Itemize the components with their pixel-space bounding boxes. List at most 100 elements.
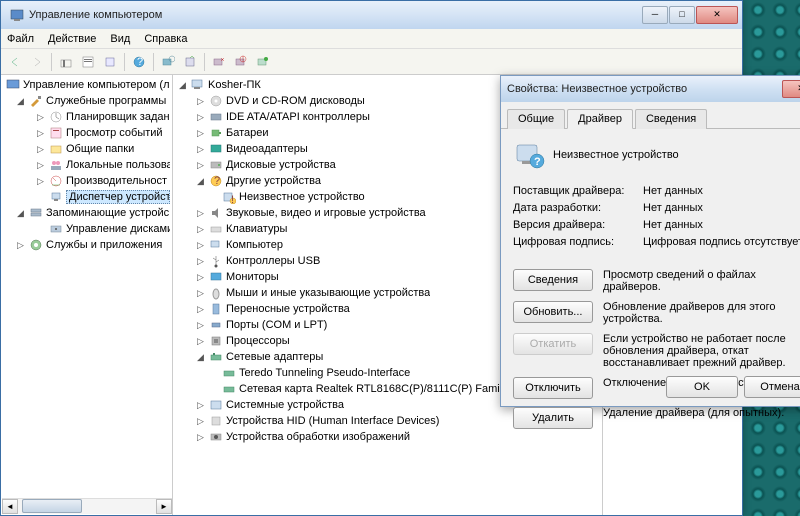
- scroll-left-button[interactable]: ◄: [2, 499, 18, 514]
- event-viewer[interactable]: ▷Просмотр событий: [33, 125, 172, 141]
- close-button[interactable]: ✕: [696, 6, 738, 24]
- update-driver-button[interactable]: [180, 52, 200, 72]
- svg-text:!: !: [231, 194, 234, 204]
- sound-icon: [208, 205, 224, 221]
- disk-management[interactable]: Управление дисками: [33, 221, 172, 237]
- tools-icon: [28, 93, 44, 109]
- services-apps-group[interactable]: ▷ Службы и приложения: [13, 237, 172, 253]
- left-scrollbar[interactable]: ◄ ►: [2, 498, 172, 514]
- expand-toggle[interactable]: ▷: [15, 240, 26, 251]
- window-controls: ─ □ ✕: [641, 6, 738, 24]
- forward-button[interactable]: [27, 52, 47, 72]
- network-icon: [208, 349, 224, 365]
- titlebar[interactable]: Управление компьютером ─ □ ✕: [1, 1, 742, 29]
- minimize-button[interactable]: ─: [642, 6, 668, 24]
- scroll-thumb[interactable]: [22, 499, 82, 513]
- storage-group[interactable]: ◢ Запоминающие устройс: [13, 205, 172, 221]
- device-name-label: Неизвестное устройство: [553, 149, 679, 161]
- mouse-icon: [208, 285, 224, 301]
- folder-share-icon: [48, 141, 64, 157]
- eventlog-icon: [48, 125, 64, 141]
- ide-icon: [208, 109, 224, 125]
- mgmt-root[interactable]: Управление компьютером (л: [1, 77, 172, 93]
- keyboard-icon: [208, 221, 224, 237]
- disable-device-button[interactable]: Отключить: [513, 377, 593, 399]
- collapse-toggle[interactable]: ◢: [177, 80, 188, 91]
- app-icon: [9, 7, 25, 23]
- svg-text:?: ?: [534, 156, 541, 168]
- device-manager[interactable]: Диспетчер устройст: [33, 189, 172, 205]
- collapse-toggle[interactable]: ◢: [15, 96, 26, 107]
- properties-button[interactable]: [78, 52, 98, 72]
- dialog-body: ? Неизвестное устройство Поставщик драйв…: [501, 129, 800, 447]
- signature-label: Цифровая подпись:: [513, 236, 643, 248]
- uninstall-driver-button[interactable]: Удалить: [513, 407, 593, 429]
- scan-hardware-button[interactable]: [158, 52, 178, 72]
- performance[interactable]: ▷Производительност: [33, 173, 172, 189]
- enable-button[interactable]: [253, 52, 273, 72]
- rollback-desc: Если устройство не работает после обновл…: [603, 333, 800, 369]
- local-users[interactable]: ▷Локальные пользоват: [33, 157, 172, 173]
- hid-icon: [208, 413, 224, 429]
- maximize-button[interactable]: □: [669, 6, 695, 24]
- ok-button[interactable]: OK: [666, 376, 738, 398]
- up-button[interactable]: [56, 52, 76, 72]
- dialog-title: Свойства: Неизвестное устройство: [507, 83, 781, 95]
- computer-icon: [190, 77, 206, 93]
- toolbar: ?: [1, 49, 742, 75]
- unknown-category-icon: ?: [208, 173, 224, 189]
- menu-view[interactable]: Вид: [110, 33, 130, 45]
- svg-text:?: ?: [214, 175, 220, 187]
- uninstall-button[interactable]: [209, 52, 229, 72]
- dialog-close-button[interactable]: ✕: [782, 80, 800, 98]
- menu-file[interactable]: Файл: [7, 33, 34, 45]
- usb-icon: [208, 253, 224, 269]
- tab-driver[interactable]: Драйвер: [567, 109, 633, 129]
- back-button[interactable]: [5, 52, 25, 72]
- collapse-toggle[interactable]: ◢: [15, 208, 26, 219]
- rollback-driver-button: Откатить: [513, 333, 593, 355]
- storage-icon: [28, 205, 44, 221]
- update-driver-button[interactable]: Обновить...: [513, 301, 593, 323]
- export-button[interactable]: [100, 52, 120, 72]
- window-title: Управление компьютером: [29, 9, 641, 21]
- help-button[interactable]: ?: [129, 52, 149, 72]
- collapse-toggle[interactable]: ◢: [195, 176, 206, 187]
- dialog-titlebar[interactable]: Свойства: Неизвестное устройство ✕: [501, 76, 800, 102]
- date-value: Нет данных: [643, 202, 800, 214]
- tab-details[interactable]: Сведения: [635, 109, 707, 129]
- cancel-button[interactable]: Отмена: [744, 376, 800, 398]
- scroll-right-button[interactable]: ►: [156, 499, 172, 514]
- unknown-device-icon: !: [221, 189, 237, 205]
- vendor-value: Нет данных: [643, 185, 800, 197]
- nic-icon: [221, 365, 237, 381]
- menubar: Файл Действие Вид Справка: [1, 29, 742, 49]
- menu-action[interactable]: Действие: [48, 33, 96, 45]
- devmgr-icon: [48, 189, 64, 205]
- vendor-label: Поставщик драйвера:: [513, 185, 643, 197]
- driver-details-button[interactable]: Сведения: [513, 269, 593, 291]
- system-icon: [208, 397, 224, 413]
- hdd-icon: [208, 157, 224, 173]
- dvd-icon: [208, 93, 224, 109]
- shared-folders[interactable]: ▷Общие папки: [33, 141, 172, 157]
- properties-dialog: Свойства: Неизвестное устройство ✕ Общие…: [500, 75, 800, 407]
- disable-button[interactable]: [231, 52, 251, 72]
- port-icon: [208, 317, 224, 333]
- clock-icon: [48, 109, 64, 125]
- version-label: Версия драйвера:: [513, 219, 643, 231]
- task-scheduler[interactable]: ▷Планировщик задани: [33, 109, 172, 125]
- collapse-toggle[interactable]: ◢: [195, 352, 206, 363]
- perf-icon: [48, 173, 64, 189]
- dialog-tabs: Общие Драйвер Сведения: [501, 102, 800, 129]
- services-icon: [28, 237, 44, 253]
- menu-help[interactable]: Справка: [144, 33, 187, 45]
- display-icon: [208, 141, 224, 157]
- monitor-icon: [208, 269, 224, 285]
- disk-icon: [48, 221, 64, 237]
- update-desc: Обновление драйверов для этого устройств…: [603, 301, 800, 325]
- signature-value: Цифровая подпись отсутствует: [643, 236, 800, 248]
- device-large-icon: ?: [513, 139, 545, 171]
- tab-general[interactable]: Общие: [507, 109, 565, 129]
- system-tools-group[interactable]: ◢ Служебные программы: [13, 93, 172, 109]
